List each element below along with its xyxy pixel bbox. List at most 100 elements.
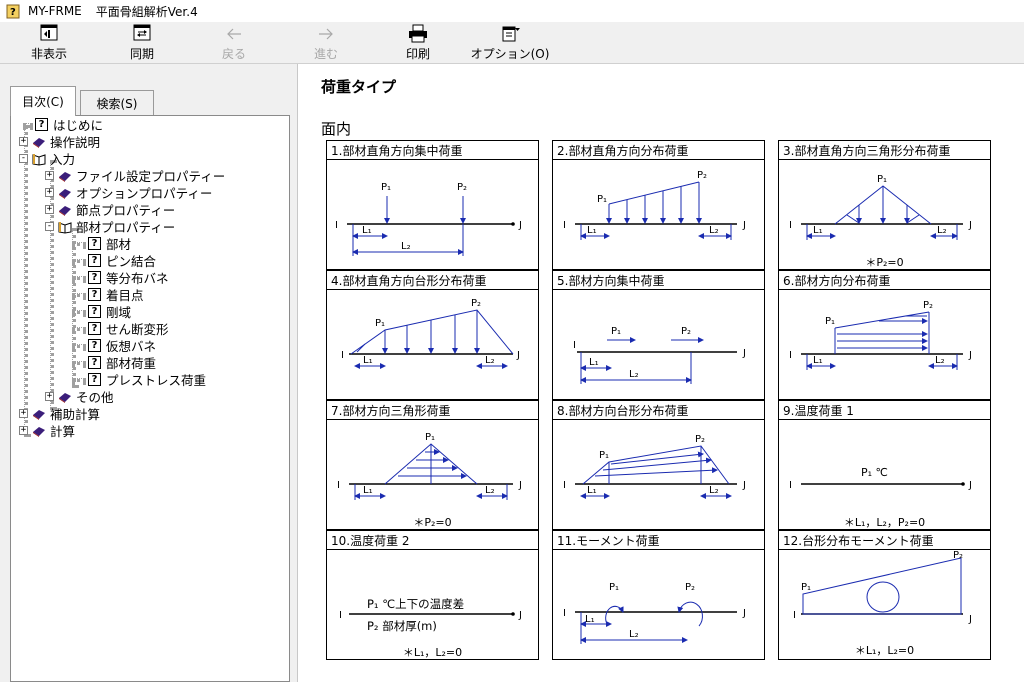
svg-text:J: J [518, 610, 522, 621]
svg-text:P₁: P₁ [375, 318, 385, 329]
svg-text:P₂: P₂ [923, 300, 933, 311]
diagram-axial-concentrated-load: I J P₁ P₂ L₁ L₂ [573, 326, 746, 384]
tree-item-calc[interactable]: + 計算 [19, 422, 75, 439]
expand-icon[interactable]: + [19, 426, 28, 435]
svg-text:L₂: L₂ [629, 629, 639, 640]
tree-item-prestress[interactable]: ? プレストレス荷重 [72, 371, 206, 388]
svg-text:P₁: P₁ [381, 182, 391, 193]
svg-text:I: I [341, 350, 344, 361]
tree-item-rigid[interactable]: ? 剛域 [72, 303, 131, 320]
load-type-6: 6.部材方向分布荷重 I J P₁ P₂ L₁ L₂ [778, 270, 991, 400]
svg-text:P₂: P₂ [695, 434, 705, 445]
diagram-axial-trapezoidal-load: I J P₁ P₂ L₁ L₂ [563, 434, 746, 499]
section-title: 面内 [321, 120, 352, 138]
svg-text:P₂: P₂ [697, 170, 707, 181]
svg-text:J: J [518, 220, 522, 231]
diagram-axial-triangular-load: I J P₁ L₁ L₂ [337, 432, 522, 500]
help-topic-icon: ? [88, 237, 101, 250]
content-pane: 荷重タイプ 面内 1.部材直角方向集中荷重 I J P₁ P₂ L₁ L₂ 2.… [299, 64, 1024, 682]
tree-item-member-load[interactable]: ? 部材荷重 [72, 354, 156, 371]
expand-icon[interactable]: + [45, 392, 54, 401]
svg-text:L₁: L₁ [589, 357, 599, 368]
svg-text:L₂: L₂ [401, 241, 411, 252]
svg-text:P₁: P₁ [425, 432, 435, 443]
svg-text:I: I [337, 480, 340, 491]
hide-button[interactable]: 非表示 [27, 24, 71, 62]
collapse-icon[interactable]: - [19, 154, 28, 163]
svg-text:J: J [742, 220, 746, 231]
tree-item-pin[interactable]: ? ピン結合 [72, 252, 156, 269]
help-topic-icon: ? [88, 356, 101, 369]
app-name: MY-FRME [28, 4, 82, 18]
svg-text:L₂: L₂ [485, 355, 495, 366]
load-type-2: 2.部材直角方向分布荷重 I J P₁ P₂ L₁ L₂ [552, 140, 765, 270]
printer-icon [409, 24, 427, 43]
help-topic-icon: ? [88, 373, 101, 386]
svg-text:L₁: L₁ [363, 485, 373, 496]
diagram-moment-load: I J P₁ P₂ L₁ L₂ [563, 582, 746, 644]
tree-item-other[interactable]: + その他 [45, 388, 114, 405]
svg-text:P₂ 部材厚(m): P₂ 部材厚(m) [367, 619, 437, 633]
diagram-distributed-load: I J P₁ P₂ L₁ L₂ [563, 170, 746, 240]
svg-text:J: J [518, 480, 522, 491]
svg-text:P₂: P₂ [457, 182, 467, 193]
svg-text:L₁: L₁ [813, 225, 823, 236]
book-icon [59, 205, 71, 216]
expand-icon[interactable]: + [45, 171, 54, 180]
svg-text:L₂: L₂ [935, 355, 945, 366]
book-icon [33, 426, 45, 437]
tree-item-member[interactable]: ? 部材 [72, 235, 131, 252]
tree-item-file-props[interactable]: + ファイル設定プロパティー [45, 167, 225, 184]
tree-item-input[interactable]: - 入力 [19, 150, 75, 167]
sync-button[interactable]: 同期 [120, 24, 164, 62]
load-type-11: 11.モーメント荷重 I J P₁ P₂ L₁ L₂ [552, 530, 765, 660]
tree-item-member-props[interactable]: - 部材プロパティー [45, 218, 175, 235]
svg-text:J: J [968, 220, 972, 231]
svg-text:P₂: P₂ [681, 326, 691, 337]
tree-item-shear[interactable]: ? せん断変形 [72, 320, 169, 337]
hide-pane-icon [40, 24, 58, 41]
svg-text:L₁: L₁ [362, 225, 372, 236]
svg-text:I: I [563, 220, 566, 231]
tree-item-virtual-spring[interactable]: ? 仮想バネ [72, 337, 156, 354]
collapse-icon[interactable]: - [45, 222, 54, 231]
toolbar: 非表示 同期 戻る 進む 印刷 オプション(O) [0, 22, 1024, 64]
back-button[interactable]: 戻る [212, 24, 256, 62]
tree-item-node-props[interactable]: + 節点プロパティー [45, 201, 175, 218]
svg-text:P₁: P₁ [609, 582, 619, 593]
expand-icon[interactable]: + [19, 137, 28, 146]
navigation-pane: 目次(C) 検索(S) ? はじめに + 操作説明 - 入力 + ファイル設定プ… [0, 64, 298, 682]
tree-item-intro[interactable]: ? はじめに [23, 116, 103, 133]
svg-text:P₂: P₂ [471, 298, 481, 309]
load-type-5: 5.部材方向集中荷重 I J P₁ P₂ L₁ L₂ [552, 270, 765, 400]
help-topic-icon: ? [35, 118, 48, 131]
load-type-8: 8.部材方向台形分布荷重 I J P₁ P₂ L₁ L₂ [552, 400, 765, 530]
options-button[interactable]: オプション(O) [470, 24, 550, 62]
diagram-temperature-load-2: I J P₁ ℃上下の温度差 P₂ 部材厚(m) [339, 597, 522, 633]
tab-search[interactable]: 検索(S) [80, 90, 154, 116]
svg-text:P₁: P₁ [599, 450, 609, 461]
svg-text:I: I [793, 610, 796, 621]
print-button[interactable]: 印刷 [396, 24, 440, 62]
load-type-3: 3.部材直角方向三角形分布荷重 I J P₁ L₁ L₂ ＊P₂=0 [778, 140, 991, 270]
help-topic-icon: ? [88, 305, 101, 318]
forward-button[interactable]: 進む [304, 24, 348, 62]
tree-item-spring[interactable]: ? 等分布バネ [72, 269, 169, 286]
tree-item-option-props[interactable]: + オプションプロパティー [45, 184, 212, 201]
tree-item-operation[interactable]: + 操作説明 [19, 133, 100, 150]
help-topic-icon: ? [88, 322, 101, 335]
svg-text:P₁ ℃上下の温度差: P₁ ℃上下の温度差 [367, 597, 464, 611]
load-type-12: 12.台形分布モーメント荷重 I J P₁ P₂ ＊L₁，L₂=0 [778, 530, 991, 660]
expand-icon[interactable]: + [19, 409, 28, 418]
tree-item-aux-calc[interactable]: + 補助計算 [19, 405, 100, 422]
tree-item-focus[interactable]: ? 着目点 [72, 286, 144, 303]
expand-icon[interactable]: + [45, 188, 54, 197]
window-subtitle: 平面骨組解析Ver.4 [95, 4, 198, 19]
svg-text:P₁: P₁ [877, 174, 887, 185]
expand-icon[interactable]: + [45, 205, 54, 214]
svg-text:P₁: P₁ [597, 194, 607, 205]
svg-text:J: J [968, 350, 972, 361]
tab-contents[interactable]: 目次(C) [10, 86, 76, 116]
svg-text:J: J [968, 614, 972, 625]
svg-text:I: I [339, 610, 342, 621]
